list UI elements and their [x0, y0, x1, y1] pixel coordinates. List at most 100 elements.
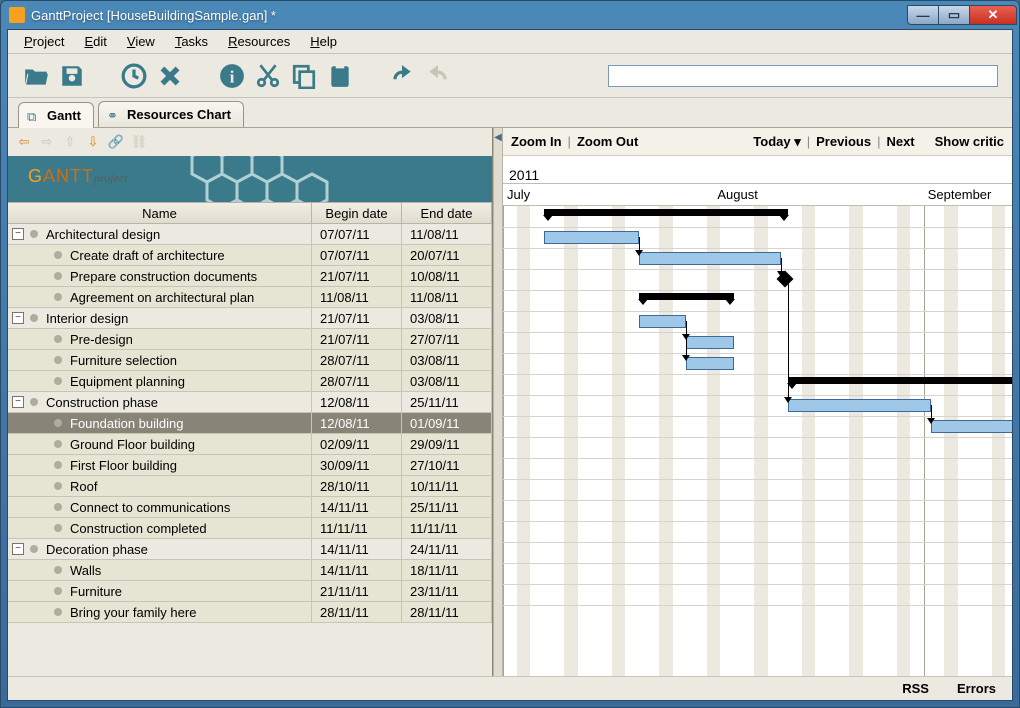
status-rss[interactable]: RSS [902, 681, 929, 696]
copy-icon[interactable] [290, 62, 318, 90]
clock-icon[interactable] [120, 62, 148, 90]
zoom-in-button[interactable]: Zoom In [511, 134, 562, 149]
task-begin: 12/08/11 [312, 392, 402, 412]
table-row[interactable]: Construction completed11/11/1111/11/11 [8, 518, 492, 539]
task-bar[interactable] [544, 231, 639, 244]
chart-toolbar: Zoom In | Zoom Out Today ▾ | Previous | … [503, 128, 1012, 156]
expander-icon[interactable]: − [12, 312, 24, 324]
nav-up-icon[interactable]: ⇧ [60, 132, 80, 152]
task-end: 20/07/11 [402, 245, 492, 265]
task-bar[interactable] [686, 357, 734, 370]
splitter[interactable]: ◀ [493, 128, 503, 676]
table-row[interactable]: Prepare construction documents21/07/1110… [8, 266, 492, 287]
task-name: Roof [70, 479, 97, 494]
open-icon[interactable] [22, 62, 50, 90]
nav-forward-icon[interactable]: ⇨ [37, 132, 57, 152]
task-name: Walls [70, 563, 101, 578]
table-row[interactable]: Foundation building12/08/1101/09/11 [8, 413, 492, 434]
task-bar[interactable] [686, 336, 734, 349]
task-bar[interactable] [931, 420, 1012, 433]
save-icon[interactable] [58, 62, 86, 90]
task-end: 18/11/11 [402, 560, 492, 580]
menu-edit[interactable]: Edit [74, 32, 116, 51]
table-row[interactable]: Furniture selection28/07/1103/08/11 [8, 350, 492, 371]
cut-icon[interactable] [254, 62, 282, 90]
menu-project[interactable]: Project [14, 32, 74, 51]
task-name: Create draft of architecture [70, 248, 225, 263]
expander-icon[interactable]: − [12, 228, 24, 240]
table-row[interactable]: Pre-design21/07/1127/07/11 [8, 329, 492, 350]
menu-view[interactable]: View [117, 32, 165, 51]
titlebar[interactable]: GanttProject [HouseBuildingSample.gan] *… [1, 1, 1019, 29]
previous-button[interactable]: Previous [816, 134, 871, 149]
gantt-chart[interactable] [503, 206, 1012, 676]
task-bar[interactable] [639, 315, 687, 328]
show-critical-button[interactable]: Show critic [935, 134, 1004, 149]
link-icon[interactable]: 🔗 [106, 132, 126, 152]
bullet-icon [54, 461, 62, 469]
task-end: 03/08/11 [402, 371, 492, 391]
table-row[interactable]: −Decoration phase14/11/1124/11/11 [8, 539, 492, 560]
bullet-icon [54, 587, 62, 595]
task-name: Construction completed [70, 521, 207, 536]
task-begin: 12/08/11 [312, 413, 402, 433]
expander-icon[interactable]: − [12, 543, 24, 555]
status-errors[interactable]: Errors [957, 681, 996, 696]
gantt-pane: Zoom In | Zoom Out Today ▾ | Previous | … [503, 128, 1012, 676]
menu-help[interactable]: Help [300, 32, 347, 51]
task-end: 03/08/11 [402, 308, 492, 328]
info-icon[interactable]: i [218, 62, 246, 90]
col-end[interactable]: End date [402, 203, 492, 223]
minimize-button[interactable]: — [907, 5, 939, 25]
summary-bar[interactable] [639, 293, 734, 300]
bullet-icon [54, 524, 62, 532]
table-row[interactable]: Walls14/11/1118/11/11 [8, 560, 492, 581]
table-row[interactable]: Bring your family here28/11/1128/11/11 [8, 602, 492, 623]
table-row[interactable]: Ground Floor building02/09/1129/09/11 [8, 434, 492, 455]
task-name: Equipment planning [70, 374, 185, 389]
next-button[interactable]: Next [886, 134, 914, 149]
task-end: 10/08/11 [402, 266, 492, 286]
task-begin: 11/11/11 [312, 518, 402, 538]
delete-icon[interactable] [156, 62, 184, 90]
task-end: 03/08/11 [402, 350, 492, 370]
bullet-icon [54, 272, 62, 280]
search-input[interactable] [608, 65, 998, 87]
col-name[interactable]: Name [8, 203, 312, 223]
task-bar[interactable] [788, 399, 931, 412]
table-row[interactable]: Agreement on architectural plan11/08/111… [8, 287, 492, 308]
unlink-icon[interactable]: ⛓ [129, 132, 149, 152]
table-row[interactable]: Roof28/10/1110/11/11 [8, 476, 492, 497]
menu-tasks[interactable]: Tasks [165, 32, 218, 51]
table-row[interactable]: −Architectural design07/07/1111/08/11 [8, 224, 492, 245]
task-end: 11/08/11 [402, 224, 492, 244]
undo-icon[interactable] [388, 62, 416, 90]
close-button[interactable]: ✕ [969, 5, 1017, 25]
task-name: Decoration phase [46, 542, 148, 557]
table-row[interactable]: −Interior design21/07/1103/08/11 [8, 308, 492, 329]
tab-resources[interactable]: ⚭ Resources Chart [98, 101, 244, 127]
nav-down-icon[interactable]: ⇩ [83, 132, 103, 152]
menu-resources[interactable]: Resources [218, 32, 300, 51]
table-row[interactable]: Furniture21/11/1123/11/11 [8, 581, 492, 602]
tab-gantt[interactable]: ⧉ Gantt [18, 102, 94, 128]
content-area: Project Edit View Tasks Resources Help i [7, 29, 1013, 701]
table-row[interactable]: Equipment planning28/07/1103/08/11 [8, 371, 492, 392]
redo-icon[interactable] [424, 62, 452, 90]
today-button[interactable]: Today ▾ [753, 134, 800, 150]
table-row[interactable]: First Floor building30/09/1127/10/11 [8, 455, 492, 476]
task-bar[interactable] [639, 252, 782, 265]
maximize-button[interactable]: ▭ [938, 5, 970, 25]
expander-icon[interactable]: − [12, 396, 24, 408]
bullet-icon [54, 293, 62, 301]
table-row[interactable]: −Construction phase12/08/1125/11/11 [8, 392, 492, 413]
table-row[interactable]: Connect to communications14/11/1125/11/1… [8, 497, 492, 518]
task-end: 23/11/11 [402, 581, 492, 601]
zoom-out-button[interactable]: Zoom Out [577, 134, 638, 149]
paste-icon[interactable] [326, 62, 354, 90]
nav-back-icon[interactable]: ⇦ [14, 132, 34, 152]
summary-bar[interactable] [544, 209, 788, 216]
col-begin[interactable]: Begin date [312, 203, 402, 223]
table-row[interactable]: Create draft of architecture07/07/1120/0… [8, 245, 492, 266]
summary-bar[interactable] [788, 377, 1012, 384]
